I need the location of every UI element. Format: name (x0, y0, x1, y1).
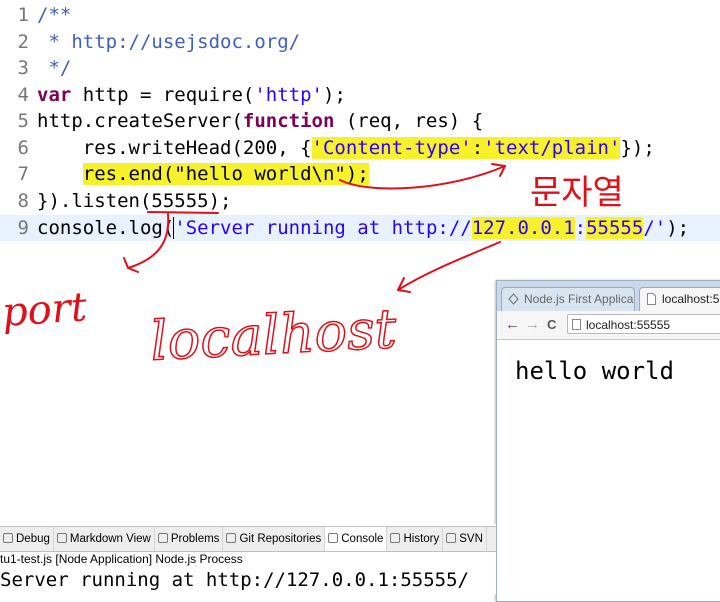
code-editor[interactable]: 1 /** 2 * http://usejsdoc.org/ 3 */ 4 va… (0, 0, 720, 250)
localhost-arrowhead (397, 277, 411, 293)
tab-svn[interactable]: SVN (443, 527, 487, 551)
ip-address: 127.0.0.1 (471, 217, 575, 239)
string-tail: /' (643, 217, 667, 239)
tab-title: localhost:5 (662, 292, 720, 306)
log-port: 55555 (586, 217, 644, 239)
address-bar[interactable]: localhost:55555 (567, 314, 720, 334)
svn-icon (446, 533, 457, 543)
console-icon (328, 533, 339, 543)
address-url: localhost:55555 (586, 318, 671, 332)
markdown-icon (56, 533, 67, 543)
code-text: ); (208, 190, 232, 212)
page-content: hello world (515, 357, 674, 385)
debug-icon (3, 533, 13, 543)
keyword-function: function (242, 110, 335, 132)
line-number: 7 (17, 163, 29, 185)
code-text: }); (620, 137, 655, 159)
line-number: 1 (17, 4, 29, 26)
comment-close: */ (37, 57, 72, 79)
code-text: }).listen( (37, 190, 152, 212)
tab-label: Git Repositories (239, 533, 322, 545)
console-tabbar: Debug Markdown View Problems Git Repositori… (0, 526, 496, 552)
back-arrow-icon[interactable]: ← (505, 315, 520, 335)
port-annotation: port (0, 284, 89, 336)
tab-title: Node.js First Applica (524, 292, 634, 306)
code-line-3: 3 */ (0, 55, 720, 81)
diamond-icon (508, 293, 519, 305)
string-server-running: 'Server running at http:// (173, 217, 472, 239)
browser-tabstrip: Node.js First Applica localhost:5 (497, 281, 720, 311)
code-text: (req, res) { (334, 110, 484, 132)
line-number: 5 (17, 110, 29, 132)
code-text: http.createServer( (37, 110, 243, 132)
comment-url: * http://usejsdoc.org/ (37, 31, 301, 53)
code-line-4: 4 var http = require('http'); (0, 82, 720, 108)
code-text: ); (323, 84, 346, 106)
code-line-1: 1 /** (0, 2, 720, 28)
tab-label: Debug (16, 533, 50, 545)
code-text: : (471, 137, 484, 159)
comment-open: /** (37, 4, 72, 26)
code-text: http = require( (71, 84, 255, 106)
console-view: Debug Markdown View Problems Git Repositori… (0, 524, 496, 594)
history-icon (390, 533, 401, 543)
problems-icon (157, 533, 168, 543)
tab-git-repositories[interactable]: Git Repositories (223, 527, 326, 551)
localhost-annotation: localhost (149, 297, 398, 373)
code-text: ); (666, 217, 690, 239)
reload-icon[interactable]: C (547, 315, 556, 335)
forward-arrow-icon[interactable]: → (525, 315, 540, 335)
line-number: 9 (17, 217, 29, 239)
line-number: 3 (17, 57, 29, 79)
tab-label: History (403, 533, 440, 545)
code-line-8: 8 }).listen(55555); (0, 188, 720, 214)
tab-problems[interactable]: Problems (155, 527, 224, 551)
tab-label: Markdown View (69, 533, 151, 545)
code-text: res.writeHead(200, { (37, 137, 312, 159)
code-line-5: 5 http.createServer(function (req, res) … (0, 108, 720, 134)
code-line-6: 6 res.writeHead(200, {'Content-type':'te… (0, 135, 720, 161)
browser-window: Node.js First Applica localhost:5 ← → C … (496, 280, 720, 602)
browser-toolbar: ← → C localhost:55555 (497, 311, 720, 340)
line-number: 2 (17, 31, 29, 53)
console-process-label: tu1-test.js [Node Application] Node.js P… (0, 552, 243, 566)
string-content-type: 'Content-type' (311, 137, 472, 159)
page-icon (572, 319, 581, 330)
tab-label: Console (341, 533, 384, 545)
string-literal: 'http' (254, 84, 323, 106)
console-output: Server running at http://127.0.0.1:55555… (0, 569, 469, 591)
code-line-7: 7 res.end("hello world\n"); (0, 161, 720, 187)
browser-tab-node-app[interactable]: Node.js First Applica (501, 287, 635, 311)
code-text: console.log( (37, 217, 175, 239)
browser-tab-localhost[interactable]: localhost:5 (639, 287, 720, 311)
git-icon (226, 533, 237, 543)
tab-console[interactable]: Console (325, 527, 388, 551)
string-hello-world: "hello world\n" (174, 163, 346, 185)
string-text-plain: 'text/plain' (483, 137, 621, 159)
code-text: ); (345, 163, 369, 185)
page-icon (647, 293, 656, 305)
port-arrowhead (123, 257, 139, 273)
line-number: 6 (17, 137, 29, 159)
code-res-end: res.end( (82, 163, 175, 185)
tab-label: Problems (170, 533, 220, 545)
keyword-var: var (37, 84, 72, 106)
tab-history[interactable]: History (387, 527, 444, 551)
listen-port: 55555 (151, 190, 209, 212)
line-number: 4 (17, 84, 29, 106)
tab-markdown-view[interactable]: Markdown View (54, 527, 155, 551)
code-text: : (574, 217, 587, 239)
code-line-2: 2 * http://usejsdoc.org/ (0, 29, 720, 55)
line-number: 8 (17, 190, 29, 212)
code-line-9: 9 console.log('Server running at http://… (0, 215, 720, 241)
tab-label: SVN (459, 533, 483, 545)
tab-debug[interactable]: Debug (0, 527, 54, 551)
